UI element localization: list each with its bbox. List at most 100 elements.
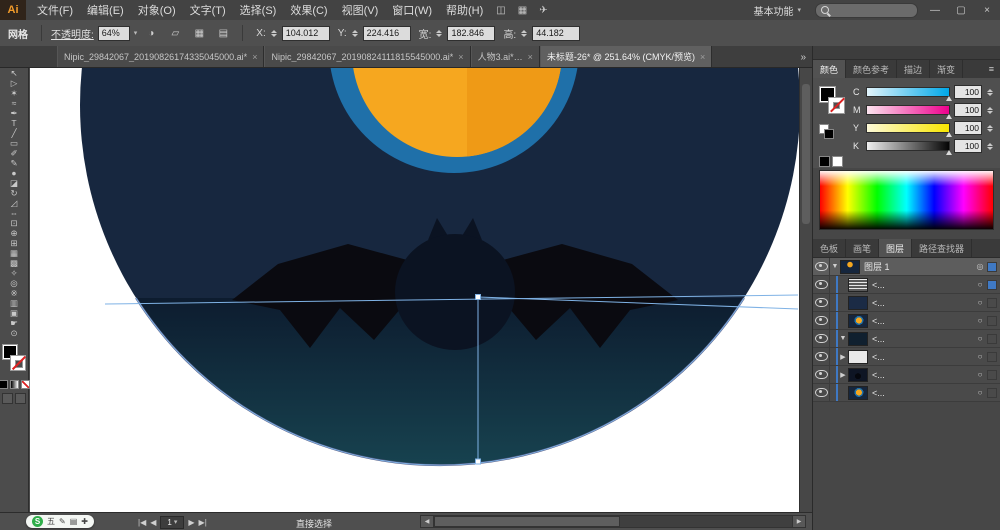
menu-help[interactable]: 帮助(H) [439, 2, 490, 18]
document-canvas[interactable] [30, 0, 812, 512]
expand-caret-icon[interactable]: ▶ [838, 353, 848, 361]
document-tab-active[interactable]: 未标题-26* @ 251.64% (CMYK/预览) × [539, 46, 713, 67]
ime-pen-icon[interactable]: ✎ [59, 517, 66, 526]
layer-row[interactable]: <... ○ [813, 384, 1000, 402]
tool-magic-wand[interactable]: ✶ [0, 88, 29, 98]
expand-caret-icon[interactable]: ▼ [830, 263, 840, 270]
menu-type[interactable]: 文字(T) [183, 2, 233, 18]
prev-artboard-icon[interactable]: ◀ [150, 518, 156, 527]
workspace-switcher[interactable]: 基本功能 ▾ [747, 1, 807, 20]
layer-name[interactable]: <... [872, 316, 973, 326]
ime-mode-icon[interactable]: 五 [47, 516, 55, 527]
bat-body[interactable] [395, 234, 515, 350]
x-field[interactable]: 104.012 [281, 25, 330, 41]
tool-pencil[interactable]: ✎ [0, 158, 29, 168]
layer-name[interactable]: 图层 1 [864, 260, 973, 273]
bridge-icon[interactable]: ◫ [490, 5, 511, 16]
document-tab-3[interactable]: 人物3.ai*… × [470, 46, 540, 67]
menu-object[interactable]: 对象(O) [131, 2, 183, 18]
tool-column-graph[interactable]: ▥ [0, 298, 29, 308]
layer-row[interactable]: <... ○ [813, 276, 1000, 294]
black-swatch[interactable] [819, 155, 830, 167]
color-spectrum[interactable] [819, 170, 994, 230]
layer-row[interactable]: <... ○ [813, 294, 1000, 312]
selection-chip[interactable] [987, 369, 997, 380]
selection-chip[interactable] [987, 261, 997, 272]
visibility-eye-icon[interactable] [814, 334, 828, 343]
visibility-eye-icon[interactable] [814, 352, 828, 361]
layer-name[interactable]: <... [872, 280, 973, 290]
tool-mesh[interactable]: ▦ [0, 248, 29, 258]
stroke-swatch[interactable] [10, 355, 26, 371]
layer-thumbnail[interactable] [840, 259, 860, 274]
none-button[interactable] [20, 380, 30, 389]
target-circle-icon[interactable]: ◎ [973, 262, 987, 271]
target-circle-icon[interactable]: ○ [973, 334, 987, 343]
expand-caret-icon[interactable]: ▼ [838, 335, 848, 342]
tool-paintbrush[interactable]: ✐ [0, 148, 29, 158]
scroll-right-icon[interactable]: ▶ [792, 515, 806, 528]
target-circle-icon[interactable]: ○ [973, 280, 987, 289]
magenta-stepper[interactable] [987, 106, 993, 114]
screen-mode-icon[interactable] [15, 393, 26, 404]
restore-button[interactable]: ▢ [952, 5, 970, 16]
opacity-value-input[interactable]: 64% [97, 25, 130, 41]
tab-color-guide[interactable]: 颜色参考 [846, 60, 898, 78]
layer-thumbnail[interactable] [848, 277, 868, 292]
target-circle-icon[interactable]: ○ [973, 370, 987, 379]
artboard-number-select[interactable]: 1 ▾ [160, 516, 185, 529]
horizontal-scroll-track[interactable] [434, 515, 792, 528]
recolor-artwork-icon[interactable]: ◑ [141, 24, 161, 42]
layer-name[interactable]: <... [872, 388, 973, 398]
tool-blob-brush[interactable]: ● [0, 168, 29, 178]
height-field[interactable]: 44.182 [532, 25, 581, 41]
visibility-eye-icon[interactable] [814, 388, 828, 397]
tool-type[interactable]: T [0, 118, 29, 128]
chevron-down-icon[interactable]: ▾ [134, 29, 138, 37]
selection-chip[interactable] [987, 387, 997, 398]
visibility-eye-icon[interactable] [814, 316, 828, 325]
menu-effect[interactable]: 效果(C) [283, 2, 334, 18]
vertical-scroll-thumb[interactable] [802, 84, 810, 224]
tool-width[interactable]: ⇔ [0, 208, 29, 218]
layer-name[interactable]: <... [872, 352, 973, 362]
tool-lasso[interactable]: ≈ [0, 98, 29, 108]
tool-hand[interactable]: ☛ [0, 318, 29, 328]
selection-chip[interactable] [987, 315, 997, 326]
black-stepper[interactable] [987, 142, 993, 150]
layer-name[interactable]: <... [872, 298, 973, 308]
tool-selection[interactable]: ↖ [0, 68, 29, 78]
expand-caret-icon[interactable]: ▶ [838, 371, 848, 379]
layer-row[interactable]: <... ○ [813, 312, 1000, 330]
close-icon[interactable]: × [458, 52, 463, 62]
tool-shape-builder[interactable]: ⊕ [0, 228, 29, 238]
next-artboard-icon[interactable]: ▶ [188, 518, 194, 527]
visibility-eye-icon[interactable] [814, 298, 828, 307]
color-button[interactable] [0, 380, 8, 389]
tab-brushes[interactable]: 画笔 [846, 239, 880, 257]
anchor-point[interactable] [475, 294, 481, 300]
visibility-eye-icon[interactable] [814, 262, 828, 271]
yellow-slider[interactable] [866, 123, 952, 137]
draw-normal-icon[interactable] [2, 393, 13, 404]
vertical-scrollbar[interactable] [799, 68, 812, 512]
layer-row-parent[interactable]: ▼ 图层 1 ◎ [813, 258, 1000, 276]
target-circle-icon[interactable]: ○ [973, 316, 987, 325]
last-artboard-icon[interactable]: ▶| [199, 518, 207, 527]
width-stepper[interactable] [436, 29, 443, 37]
black-swatch[interactable] [824, 129, 834, 139]
x-stepper[interactable] [270, 29, 277, 37]
gradient-button[interactable] [9, 380, 19, 389]
target-circle-icon[interactable]: ○ [973, 388, 987, 397]
align-icon[interactable]: ▤ [213, 24, 233, 42]
layer-thumbnail[interactable] [848, 349, 868, 364]
tool-eyedropper[interactable]: ✧ [0, 268, 29, 278]
tab-color[interactable]: 颜色 [813, 60, 847, 78]
menu-select[interactable]: 选择(S) [233, 2, 284, 18]
cyan-value[interactable]: 100 [954, 85, 982, 99]
opacity-label[interactable]: 不透明度: [51, 26, 94, 41]
menu-edit[interactable]: 编辑(E) [80, 2, 131, 18]
black-slider[interactable] [866, 141, 952, 155]
layer-row[interactable]: ▼ <... ○ [813, 330, 1000, 348]
close-icon[interactable]: × [252, 52, 257, 62]
